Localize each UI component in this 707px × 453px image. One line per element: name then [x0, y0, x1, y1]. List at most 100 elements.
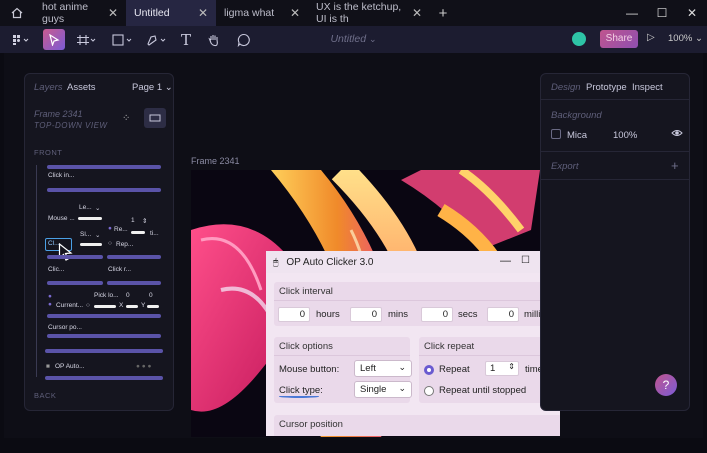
mini-ti: ti...	[150, 230, 159, 237]
tab-label: ligma what	[224, 7, 275, 19]
mini-op-auto: OP Auto...	[55, 363, 85, 370]
mini-radio-off: ○	[108, 240, 112, 247]
mini-click-r: Click r...	[108, 266, 132, 273]
mini-zero-a: 0	[126, 292, 130, 299]
cursor-position-heading: Cursor position	[279, 419, 343, 430]
mini-bar	[45, 376, 163, 380]
mini-zero-b: 0	[149, 292, 153, 299]
page-selector[interactable]: Page 1 ⌄	[132, 82, 173, 93]
mini-bar	[107, 255, 161, 259]
mini-current: Current...	[56, 302, 84, 309]
divider	[274, 300, 560, 301]
tab-ligma-what[interactable]: ligma what ✕	[216, 0, 308, 26]
mins-input[interactable]: 0	[350, 307, 382, 322]
mini-clic: Clic...	[48, 266, 65, 273]
mini-stepper: ⇕	[142, 218, 148, 225]
click-options-heading: Click options	[279, 341, 333, 352]
stepper-icon[interactable]: ⇕	[508, 362, 515, 371]
tab-untitled[interactable]: Untitled ✕	[126, 0, 216, 26]
add-export-icon[interactable]: +	[671, 158, 679, 173]
home-icon[interactable]	[0, 0, 34, 26]
milli-input[interactable]: 0	[487, 307, 519, 322]
divider	[419, 355, 560, 356]
click-type-value: Single	[360, 384, 387, 395]
tab-hot-anime-guys[interactable]: hot anime guys ✕	[34, 0, 126, 26]
repeat-count-input[interactable]: 1 ⇕	[485, 361, 519, 376]
mini-radio: ●	[48, 293, 52, 300]
app-title: OP Auto Clicker 3.0	[286, 256, 374, 268]
fill-name[interactable]: Mica	[567, 130, 587, 141]
mini-radio-off: ○	[86, 302, 90, 309]
fill-swatch[interactable]	[551, 129, 561, 139]
fill-opacity[interactable]: 100%	[613, 130, 637, 141]
view-toggle-icon[interactable]	[144, 108, 166, 128]
milli-label: milli	[524, 309, 541, 320]
new-tab-icon[interactable]: +	[430, 5, 456, 22]
mouse-button-select[interactable]: Left ⌄	[354, 360, 412, 377]
tab-label: hot anime guys	[42, 1, 89, 25]
export-heading: Export	[551, 161, 579, 172]
eye-icon[interactable]	[671, 127, 683, 142]
chevron-down-icon: ⌄	[398, 383, 406, 393]
mini-bar	[47, 314, 161, 318]
mini-le: Le...	[79, 204, 92, 211]
tab-bar: hot anime guys ✕ Untitled ✕ ligma what ✕ UX…	[0, 0, 707, 26]
tab-prototype[interactable]: Prototype	[586, 82, 627, 93]
mini-app-icon: ■	[46, 363, 50, 370]
secs-input[interactable]: 0	[421, 307, 453, 322]
close-icon[interactable]: ✕	[412, 6, 422, 20]
mini-window-dots: ● ● ●	[136, 363, 152, 370]
mini-bar	[47, 188, 161, 192]
mini-mouse: Mouse ...	[48, 215, 75, 222]
mini-radio: ●	[108, 225, 112, 232]
mini-radio: ●	[48, 301, 52, 308]
zoom-level[interactable]: 100% ⌄	[668, 33, 703, 44]
auto-clicker-window: 🖱 OP Auto Clicker 3.0 — ☐ Click interval…	[266, 251, 560, 436]
tab-inspect[interactable]: Inspect	[632, 82, 663, 93]
tab-design[interactable]: Design	[551, 82, 581, 93]
mini-chevron: ⌄	[95, 205, 101, 212]
mini-chevron: ⌄	[95, 232, 101, 239]
help-button[interactable]: ?	[655, 374, 677, 396]
mouse-button-value: Left	[360, 363, 376, 374]
repeat-radio[interactable]	[424, 365, 434, 375]
divider	[541, 179, 689, 180]
minimize-icon[interactable]: —	[617, 0, 647, 26]
click-interval-heading: Click interval	[279, 286, 333, 297]
tab-layers[interactable]: Layers	[34, 82, 63, 93]
mini-rep: Rep...	[116, 241, 134, 248]
design-panel	[540, 73, 690, 411]
mini-sl: Sl...	[80, 231, 92, 238]
divider	[541, 99, 689, 100]
close-icon[interactable]: ✕	[108, 6, 118, 20]
close-icon[interactable]: ✕	[198, 6, 208, 20]
share-button[interactable]: Share	[600, 30, 638, 48]
maximize-icon[interactable]: ☐	[521, 255, 530, 266]
frame-label[interactable]: Frame 2341	[191, 156, 240, 166]
frame-subtitle: TOP-DOWN VIEW	[34, 121, 108, 130]
tab-ux-ketchup[interactable]: UX is the ketchup, UI is th ✕	[308, 0, 430, 26]
secs-label: secs	[458, 309, 478, 320]
mini-re: Re...	[114, 226, 128, 233]
avatar[interactable]	[572, 32, 586, 46]
present-icon[interactable]: ▷	[647, 32, 655, 43]
repeat-label: Repeat	[439, 364, 470, 375]
mini-field	[78, 217, 102, 220]
app-titlebar[interactable]: 🖱 OP Auto Clicker 3.0 — ☐	[266, 251, 560, 273]
add-layer-icon[interactable]: ⁘	[122, 113, 130, 124]
click-type-select[interactable]: Single ⌄	[354, 381, 412, 398]
mini-bar	[47, 334, 161, 338]
window-close-icon[interactable]: ✕	[677, 0, 707, 26]
repeat-until-stopped-radio[interactable]	[424, 386, 434, 396]
mini-click-in: Click in...	[48, 172, 75, 179]
section-back: BACK	[34, 391, 57, 400]
maximize-icon[interactable]: ☐	[647, 0, 677, 26]
close-icon[interactable]: ✕	[290, 6, 300, 20]
mini-one: 1	[131, 217, 135, 224]
mini-bar	[45, 349, 163, 353]
app-icon: 🖱	[273, 256, 279, 267]
divider	[541, 151, 689, 152]
tab-assets[interactable]: Assets	[67, 82, 96, 93]
minimize-icon[interactable]: —	[500, 255, 511, 267]
hours-input[interactable]: 0	[278, 307, 310, 322]
